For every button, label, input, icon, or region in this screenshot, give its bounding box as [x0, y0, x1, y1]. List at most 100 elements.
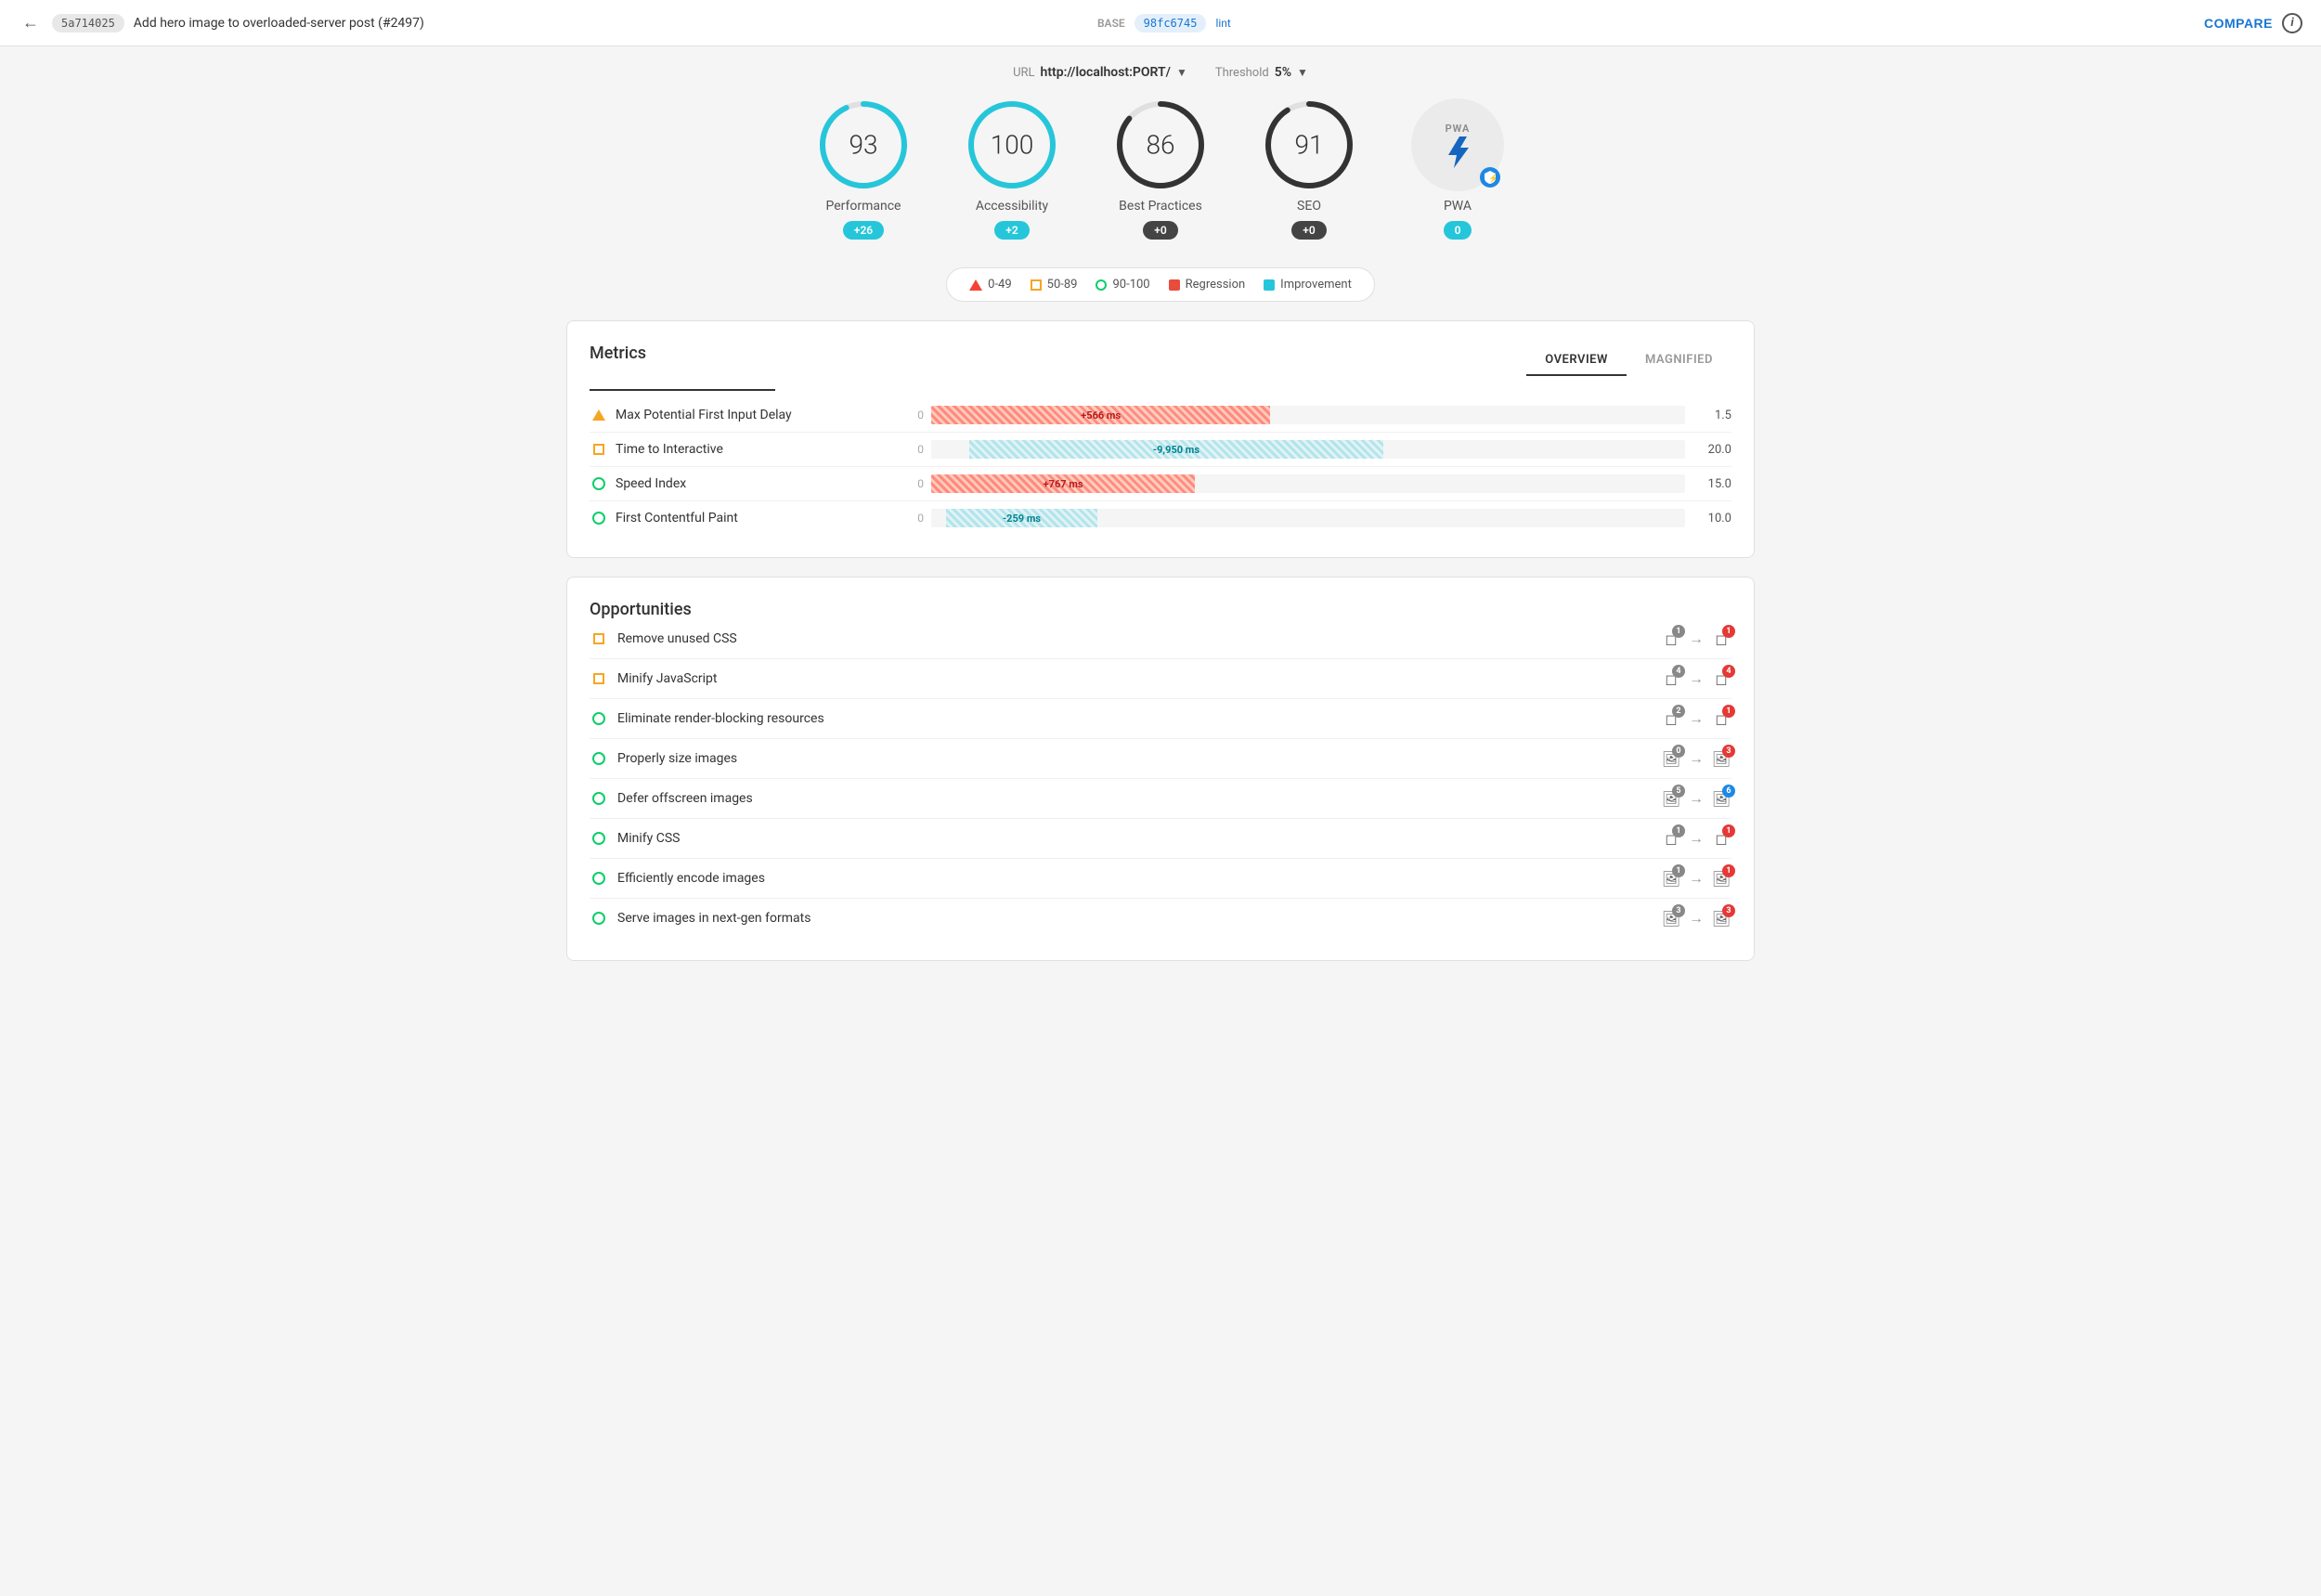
fcp-bar-label: -259 ms — [1003, 513, 1041, 525]
compare-button[interactable]: COMPARE — [2204, 16, 2273, 31]
minify-css-lint-file[interactable]: ◻ 1 — [1711, 828, 1731, 849]
base-commit-hash: 5a714025 — [52, 14, 124, 32]
base-count-7: 1 — [1672, 864, 1685, 877]
properly-size-name: Properly size images — [617, 751, 1661, 766]
minify-js-name: Minify JavaScript — [617, 671, 1661, 686]
arrow-icon-8: → — [1685, 909, 1707, 928]
threshold-label: Threshold — [1215, 66, 1269, 80]
back-button[interactable]: ← — [19, 9, 43, 36]
score-accessibility: 100 Accessibility +2 — [966, 98, 1058, 240]
seo-circle: 91 — [1263, 98, 1355, 191]
lint-count-1: 1 — [1722, 625, 1735, 638]
legend-regression: Regression — [1169, 278, 1246, 292]
tab-overview[interactable]: OVERVIEW — [1526, 345, 1627, 376]
defer-offscreen-base-file[interactable]: 🖼 5 — [1661, 788, 1681, 809]
nextgen-formats-lint-file[interactable]: 🖼 3 — [1711, 908, 1731, 928]
svg-text:⚡: ⚡ — [1488, 173, 1496, 184]
nextgen-formats-name: Serve images in next-gen formats — [617, 911, 1661, 926]
arrow-icon-6: → — [1685, 829, 1707, 848]
base-count-6: 1 — [1672, 824, 1685, 837]
tti-bar-fill: -9,950 ms — [969, 440, 1384, 459]
legend-range-high: 90-100 — [1112, 278, 1149, 292]
fcp-icon — [590, 512, 608, 525]
defer-offscreen-icon — [590, 792, 608, 805]
si-bar-fill: +767 ms — [931, 474, 1195, 493]
opportunities-card: Opportunities Remove unused CSS ◻ 1 → ◻ … — [566, 577, 1755, 961]
fcp-name: First Contentful Paint — [616, 511, 903, 526]
metrics-card: Metrics OVERVIEW MAGNIFIED Max Potential… — [566, 320, 1755, 558]
base-label: BASE — [1097, 17, 1125, 30]
lint-count-7: 1 — [1722, 864, 1735, 877]
threshold-dropdown-icon[interactable]: ▼ — [1297, 66, 1308, 79]
metric-row-fcp: First Contentful Paint 0 -259 ms 10.0 — [590, 501, 1731, 535]
score-performance: 93 Performance +26 — [817, 98, 910, 240]
arrow-icon-1: → — [1685, 629, 1707, 648]
pwa-badge: 0 — [1444, 221, 1472, 240]
base-count-3: 2 — [1672, 705, 1685, 718]
seo-label: SEO — [1297, 199, 1321, 214]
info-button[interactable]: i — [2282, 13, 2302, 33]
lint-count-4: 3 — [1722, 745, 1735, 758]
pwa-shield-badge: ⚡ — [1480, 167, 1500, 188]
fpid-mag: 1.5 — [1685, 409, 1731, 422]
minify-css-name: Minify CSS — [617, 831, 1661, 846]
opp-row-render-blocking: Eliminate render-blocking resources ◻ 2 … — [590, 699, 1731, 739]
metric-row-tti: Time to Interactive 0 -9,950 ms 20.0 — [590, 433, 1731, 467]
tab-magnified[interactable]: MAGNIFIED — [1627, 345, 1731, 376]
legend-bar: 0-49 50-89 90-100 Regression Improvement — [946, 267, 1375, 302]
encode-images-lint-file[interactable]: 🖼 1 — [1711, 868, 1731, 889]
encode-images-base-file[interactable]: 🖼 1 — [1661, 868, 1681, 889]
si-bar-label: +767 ms — [1044, 478, 1083, 490]
regression-icon — [1169, 279, 1180, 291]
improvement-icon — [1264, 279, 1275, 291]
lint-count-2: 4 — [1722, 665, 1735, 678]
performance-badge: +26 — [843, 221, 884, 240]
nextgen-formats-base-file[interactable]: 🖼 3 — [1661, 908, 1681, 928]
si-name: Speed Index — [616, 476, 903, 491]
minify-js-lint-file[interactable]: ◻ 4 — [1711, 668, 1731, 689]
metric-row-si: Speed Index 0 +767 ms 15.0 — [590, 467, 1731, 501]
si-mag: 15.0 — [1685, 477, 1731, 491]
performance-circle: 93 — [817, 98, 910, 191]
fpid-bar-fill: +566 ms — [931, 406, 1270, 424]
accessibility-value: 100 — [991, 130, 1034, 161]
unused-css-base-file[interactable]: ◻ 1 — [1661, 629, 1681, 649]
lint-count-5: 6 — [1722, 785, 1735, 798]
encode-images-actions: 🖼 1 → 🖼 1 — [1661, 868, 1731, 889]
defer-offscreen-lint-file[interactable]: 🖼 6 — [1711, 788, 1731, 809]
lint-commit-hash: 98fc6745 — [1135, 14, 1207, 32]
fcp-zero: 0 — [903, 512, 931, 525]
opp-row-minify-css: Minify CSS ◻ 1 → ◻ 1 — [590, 819, 1731, 859]
metrics-title: Metrics — [590, 344, 646, 363]
unused-css-lint-file[interactable]: ◻ 1 — [1711, 629, 1731, 649]
threshold-group: Threshold 5% ▼ — [1215, 65, 1308, 80]
performance-value: 93 — [849, 130, 877, 161]
minify-css-actions: ◻ 1 → ◻ 1 — [1661, 828, 1731, 849]
properly-size-lint-file[interactable]: 🖼 3 — [1711, 748, 1731, 769]
score-seo: 91 SEO +0 — [1263, 98, 1355, 240]
arrow-icon-2: → — [1685, 669, 1707, 688]
fpid-bar: +566 ms — [931, 406, 1685, 424]
render-blocking-lint-file[interactable]: ◻ 1 — [1711, 708, 1731, 729]
tti-mag: 20.0 — [1685, 443, 1731, 457]
minify-css-base-file[interactable]: ◻ 1 — [1661, 828, 1681, 849]
legend-range-mid: 50-89 — [1047, 278, 1078, 292]
properly-size-base-file[interactable]: 🖼 0 — [1661, 748, 1681, 769]
defer-offscreen-actions: 🖼 5 → 🖼 6 — [1661, 788, 1731, 809]
fpid-name: Max Potential First Input Delay — [616, 408, 903, 422]
url-dropdown-icon[interactable]: ▼ — [1176, 66, 1187, 79]
score-pwa: PWA ⚡ PWA 0 — [1411, 98, 1504, 240]
fcp-bar: -259 ms — [931, 509, 1685, 527]
commit-title: Add hero image to overloaded-server post… — [134, 16, 1088, 31]
url-bar: URL http://localhost:PORT/ ▼ Threshold 5… — [566, 65, 1755, 80]
fpid-icon — [590, 409, 608, 421]
square-icon — [1031, 279, 1042, 291]
opportunities-title: Opportunities — [590, 600, 692, 619]
lint-label: lint — [1215, 17, 1230, 30]
properly-size-actions: 🖼 0 → 🖼 3 — [1661, 748, 1731, 769]
minify-js-base-file[interactable]: ◻ 4 — [1661, 668, 1681, 689]
tti-name: Time to Interactive — [616, 442, 903, 457]
minify-js-actions: ◻ 4 → ◻ 4 — [1661, 668, 1731, 689]
lint-count-8: 3 — [1722, 904, 1735, 917]
render-blocking-base-file[interactable]: ◻ 2 — [1661, 708, 1681, 729]
